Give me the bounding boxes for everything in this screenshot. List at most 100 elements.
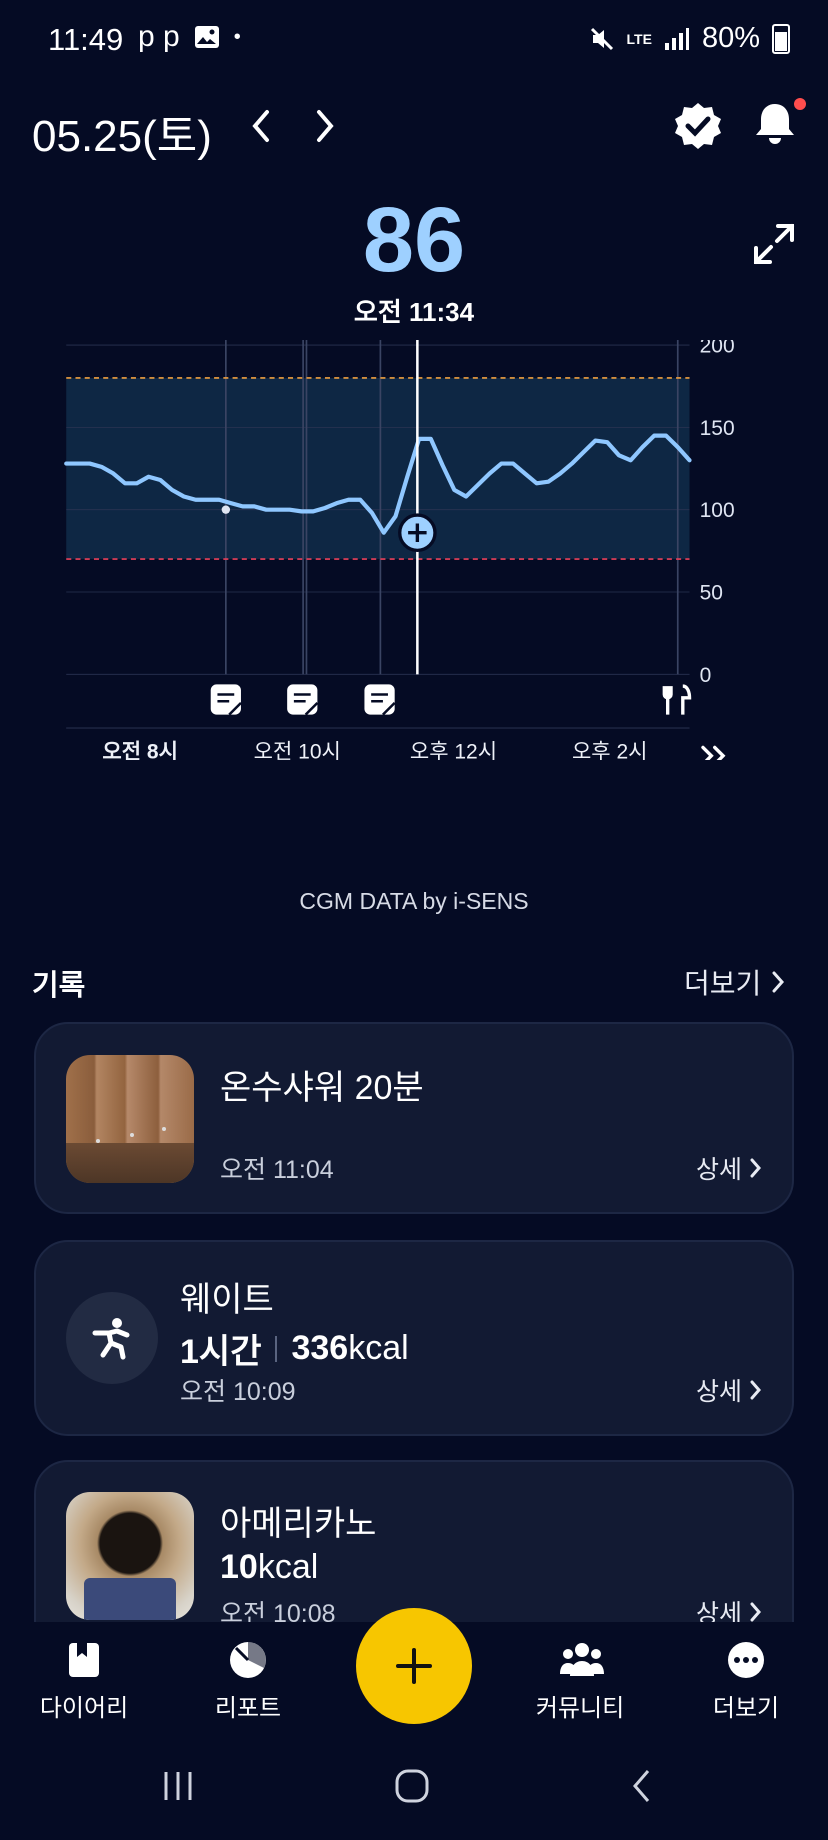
chart-markers (210, 684, 692, 716)
cursor-handle[interactable] (398, 513, 437, 553)
x-tick-label: 오후 2시 (572, 740, 647, 760)
record-card[interactable]: 온수샤워 20분 오전 11:04 상세 (34, 1022, 794, 1214)
glucose-value: 86 (362, 189, 466, 291)
meal-icon-shape (662, 684, 692, 715)
record-detail-link[interactable]: 상세 (696, 1150, 762, 1186)
expand-icon (754, 224, 794, 264)
nav-label: 더보기 (712, 1695, 780, 1722)
x-tick-label: 오후 12시 (410, 740, 497, 760)
date-label[interactable]: 05.25(토) (32, 100, 212, 164)
stats-divider (275, 1335, 278, 1362)
status-time: 11:49 (48, 22, 124, 57)
notification-p-icons: p p (138, 20, 180, 53)
detail-label: 상세 (696, 1378, 743, 1406)
note-icon (287, 684, 319, 716)
y-tick-label: 0 (700, 664, 712, 687)
record-title: 웨이트 (180, 1281, 274, 1319)
expand-chart-button[interactable] (752, 222, 796, 266)
x-axis-labels: 오전 8시 오전 10시 오후 12시 오후 2시 (66, 727, 690, 760)
status-notification-icons: p p • (138, 20, 241, 54)
dot-icon: • (233, 25, 241, 48)
battery-icon (772, 23, 790, 54)
detail-label: 상세 (696, 1156, 743, 1184)
exercise-icon-circle (66, 1292, 158, 1384)
chevron-right-icon (750, 1602, 762, 1622)
records-more-label: 더보기 (684, 968, 762, 999)
chevron-right-icon (772, 971, 785, 993)
mute-icon (590, 27, 613, 50)
plus-icon (396, 1648, 432, 1684)
target-range-band (66, 377, 690, 560)
note-icon-body (287, 684, 318, 715)
book-icon (64, 1640, 104, 1680)
chevron-right-icon (750, 1380, 762, 1400)
record-time: 오전 11:04 (220, 1156, 334, 1184)
y-tick-label: 100 (700, 499, 735, 522)
prev-day-button[interactable] (236, 100, 286, 152)
nav-community[interactable]: 커뮤니티 (520, 1640, 640, 1723)
y-axis-labels: 200 150 100 50 0 (700, 340, 735, 687)
nav-label: 리포트 (214, 1695, 282, 1722)
system-navigation (0, 1740, 828, 1840)
y-tick-label: 200 (700, 340, 735, 358)
nav-label: 커뮤니티 (535, 1695, 625, 1722)
record-title: 온수샤워 20분 (220, 1069, 424, 1107)
event-point (221, 505, 231, 514)
gallery-icon (194, 26, 219, 48)
glucose-time: 오전 11:34 (353, 297, 475, 327)
note-icon (364, 684, 396, 716)
double-chevron-icon (701, 745, 726, 760)
record-stats: 10kcal (220, 1548, 318, 1587)
record-title: 아메리카노 (220, 1505, 377, 1543)
home-icon[interactable] (394, 1768, 430, 1804)
next-page-button[interactable] (701, 745, 726, 760)
nav-more[interactable]: 더보기 (686, 1640, 806, 1723)
more-icon (726, 1640, 766, 1680)
shower-photo (66, 1055, 194, 1183)
kcal-value: 336 (291, 1329, 349, 1367)
status-right: LTE 80% (589, 22, 790, 55)
report-icon (228, 1640, 268, 1680)
kcal-unit: kcal (257, 1548, 319, 1586)
cgm-source-label: CGM DATA by i-SENS (299, 888, 529, 914)
back-icon[interactable] (630, 1768, 654, 1804)
chevron-left-icon (252, 110, 269, 142)
records-more-link[interactable]: 더보기 (684, 962, 785, 1002)
note-icon-body (210, 684, 241, 715)
bell-icon (756, 104, 794, 144)
status-bar: 11:49 p p • LTE 80% (0, 0, 828, 84)
nav-report[interactable]: 리포트 (188, 1640, 308, 1723)
x-tick-label: 오전 10시 (254, 740, 341, 760)
nav-diary[interactable]: 다이어리 (24, 1640, 144, 1723)
verified-badge-icon (675, 103, 721, 149)
recent-apps-icon[interactable] (160, 1770, 196, 1802)
note-icon (210, 684, 242, 716)
record-time: 오전 10:09 (180, 1378, 296, 1406)
record-card[interactable]: 웨이트 1시간 336 kcal 오전 10:09 상세 (34, 1240, 794, 1436)
chevron-right-icon (317, 110, 334, 142)
next-day-button[interactable] (300, 100, 350, 152)
glucose-chart[interactable]: 200 150 100 50 0 오전 8시 오전 10시 오후 12시 오후 2시 (0, 340, 828, 760)
battery-percent: 80% (701, 22, 760, 54)
record-stats: 1시간 336 kcal (180, 1324, 409, 1373)
kcal-unit: kcal (348, 1329, 409, 1367)
nav-label: 다이어리 (39, 1695, 129, 1722)
duration-value: 1시간 (180, 1333, 262, 1371)
chevron-right-icon (750, 1158, 762, 1178)
y-tick-label: 50 (700, 582, 723, 605)
community-icon (560, 1640, 604, 1680)
notification-dot (794, 98, 806, 110)
verified-button[interactable] (672, 100, 724, 152)
record-detail-link[interactable]: 상세 (696, 1372, 762, 1408)
weight-training-icon (92, 1318, 130, 1360)
coffee-photo (66, 1492, 194, 1620)
y-tick-label: 150 (700, 417, 735, 440)
signal-icon (664, 27, 689, 50)
note-icon-body (364, 684, 395, 715)
network-label: LTE (626, 30, 652, 47)
kcal-value: 10 (220, 1548, 258, 1586)
add-record-button[interactable] (356, 1608, 472, 1724)
meal-icon (662, 684, 692, 715)
x-tick-label: 오전 8시 (102, 740, 177, 760)
records-title: 기록 (32, 970, 86, 1002)
